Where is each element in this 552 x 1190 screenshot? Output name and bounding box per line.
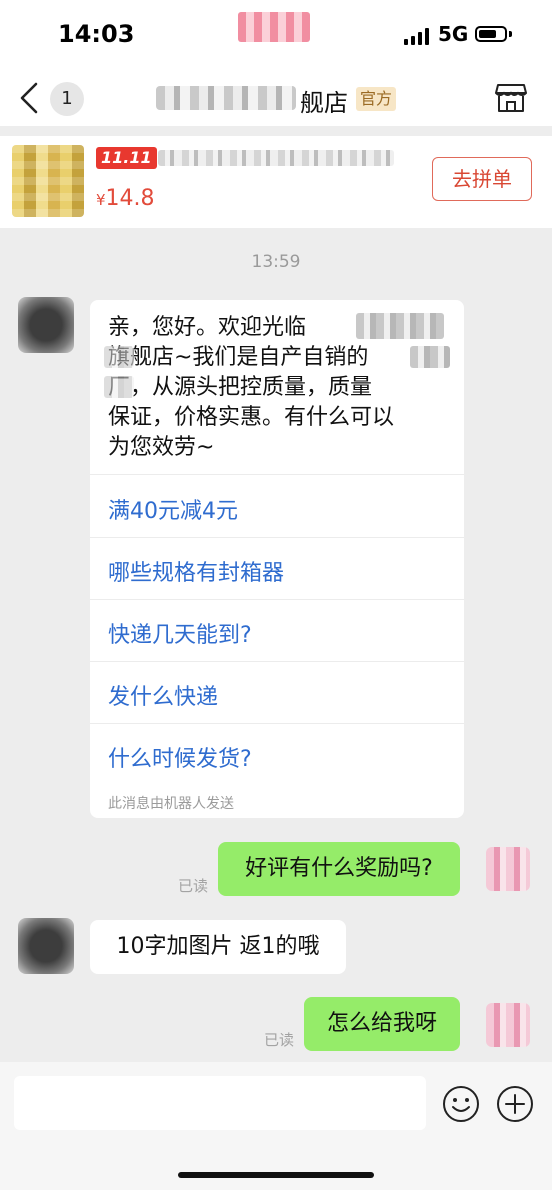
chat-timestamp: 13:59 (251, 252, 301, 272)
blurred-factory-name-2 (104, 376, 134, 398)
my-message-bubble[interactable]: 怎么给我呀 (304, 997, 460, 1051)
quick-question[interactable]: 哪些规格有封箱器 (108, 555, 284, 587)
shop-name-blurred (156, 86, 296, 110)
quick-question[interactable]: 什么时候发货? (108, 741, 252, 773)
blurred-shop-name (356, 313, 444, 339)
product-price: ¥14.8 (96, 186, 155, 211)
divider (90, 599, 464, 600)
divider (90, 474, 464, 475)
official-badge: 官方 (356, 87, 397, 111)
group-buy-button[interactable]: 去拼单 (432, 157, 532, 201)
back-chevron-icon[interactable] (16, 80, 46, 116)
welcome-line: 厂，从源头把控质量，质量 (108, 375, 373, 400)
read-status: 已读 (178, 877, 209, 895)
battery-tip (509, 31, 512, 37)
signal-icon (404, 28, 429, 45)
welcome-line: 旗舰店~我们是自产自销的 (108, 345, 369, 370)
battery-icon (475, 26, 507, 42)
shop-message-bubble[interactable]: 10字加图片 返1的哦 (90, 920, 346, 974)
quick-question[interactable]: 发什么快递 (108, 679, 218, 711)
welcome-line: 保证，价格实惠。有什么可以 (108, 405, 395, 430)
message-input[interactable] (14, 1076, 426, 1130)
price-value: 14.8 (105, 186, 155, 211)
shop-avatar[interactable] (18, 918, 74, 974)
welcome-line: 为您效劳~ (108, 435, 215, 460)
shop-name[interactable]: 舰店 (300, 83, 348, 118)
product-thumbnail[interactable] (12, 145, 84, 217)
status-time: 14:03 (58, 20, 135, 48)
read-status: 已读 (264, 1031, 295, 1049)
network-type: 5G (438, 22, 469, 46)
store-icon[interactable] (494, 82, 528, 114)
emoji-icon[interactable] (442, 1085, 480, 1123)
home-indicator (178, 1172, 374, 1178)
robot-note: 此消息由机器人发送 (108, 796, 234, 812)
unread-badge[interactable]: 1 (50, 82, 84, 116)
quick-question[interactable]: 满40元减4元 (108, 493, 238, 525)
divider (90, 723, 464, 724)
product-title-blurred[interactable] (158, 150, 394, 166)
my-avatar[interactable] (486, 1003, 530, 1047)
my-message-bubble[interactable]: 好评有什么奖励吗? (218, 842, 460, 896)
quick-question[interactable]: 快递几天能到? (108, 617, 252, 649)
shop-avatar[interactable] (18, 297, 74, 353)
blurred-factory-name (410, 346, 450, 368)
blurred-shop-name-2 (104, 346, 134, 368)
price-symbol: ¥ (96, 191, 106, 209)
my-avatar[interactable] (486, 847, 530, 891)
notification-blur (238, 12, 310, 42)
divider (90, 661, 464, 662)
promo-tag: 11.11 (96, 147, 157, 169)
plus-icon[interactable] (496, 1085, 534, 1123)
divider (90, 537, 464, 538)
